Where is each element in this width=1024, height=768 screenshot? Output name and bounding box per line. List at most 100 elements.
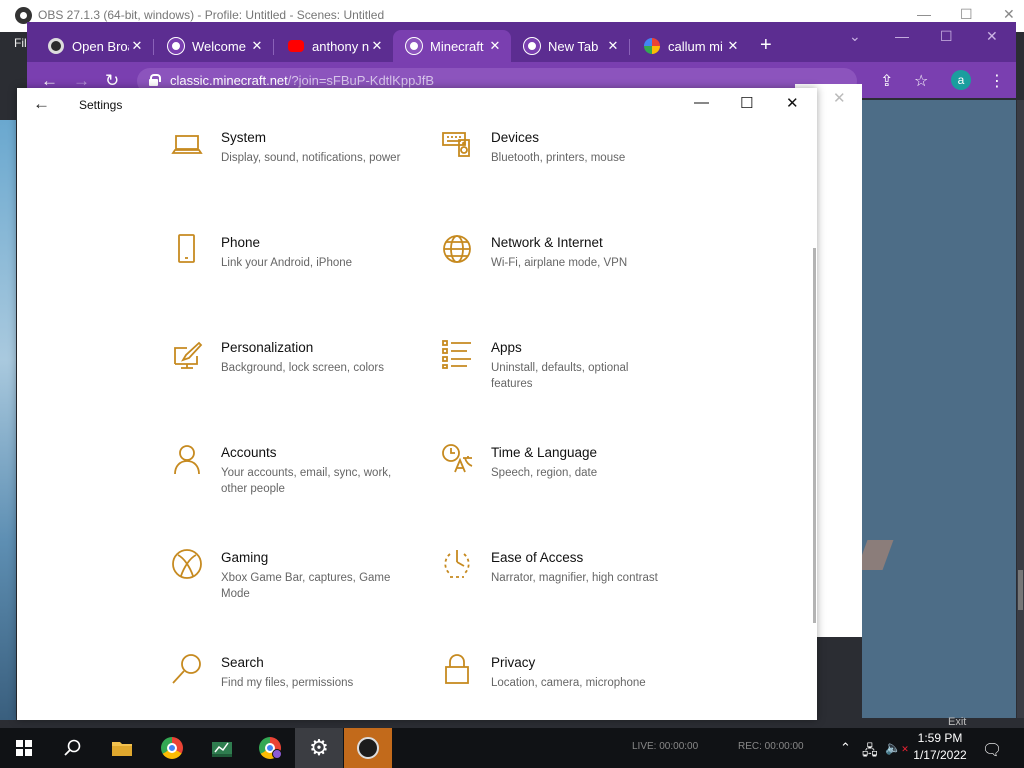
taskbar-settings[interactable]: ⚙ [295,728,343,768]
tab-google[interactable]: callum mi ✕ [631,30,749,62]
youtube-icon [288,40,304,52]
settings-item-privacy[interactable]: Privacy Location, camera, microphone [441,653,691,720]
obs-live-status: LIVE: 00:00:00 [632,741,699,752]
settings-item-personalization[interactable]: Personalization Background, lock screen,… [171,338,421,408]
settings-close-button[interactable]: ✕ [786,94,799,112]
time-language-icon [441,443,473,475]
settings-item-apps[interactable]: Apps Uninstall, defaults, optional featu… [441,338,691,408]
chrome-close-button[interactable]: ✕ [986,28,998,45]
chrome-icon [524,38,540,54]
chrome-minimize-button[interactable]: — [895,28,909,44]
bookmark-star-icon[interactable]: ☆ [914,71,928,91]
settings-minimize-button[interactable]: — [694,94,709,111]
google-icon [644,38,660,54]
item-name: Search [221,655,264,670]
back-arrow-icon[interactable]: ← [33,94,50,114]
lock-icon [149,74,161,86]
person-icon [171,443,203,475]
settings-item-ease-of-access[interactable]: Ease of Access Narrator, magnifier, high… [441,548,691,618]
settings-item-network[interactable]: Network & Internet Wi-Fi, airplane mode,… [441,233,691,303]
clock-time: 1:59 PM [917,731,963,745]
taskbar-clock[interactable]: 1:59 PM 1/17/2022 [905,730,975,764]
item-description: Speech, region, date [491,467,598,479]
gear-icon: ⚙ [309,735,329,760]
item-name: Personalization [221,340,314,355]
obs-preview-edge [0,120,16,720]
settings-item-phone[interactable]: Phone Link your Android, iPhone [171,233,421,303]
tab-close-icon[interactable]: ✕ [129,38,145,54]
obs-rec-status: REC: 00:00:00 [738,741,804,752]
tab-obs[interactable]: Open Broadcaster ✕ [35,30,153,62]
settings-window: ← Settings — ☐ ✕ System Display, sound, … [17,88,817,720]
tab-new-tab[interactable]: New Tab ✕ [511,30,629,62]
obs-minimize-button[interactable]: — [917,6,931,22]
taskbar-obs[interactable] [344,728,392,768]
settings-item-gaming[interactable]: Gaming Xbox Game Bar, captures, Game Mod… [171,548,421,618]
dialog-close-icon[interactable]: ✕ [833,89,846,107]
chrome-icon [168,38,184,54]
item-description: Wi-Fi, airplane mode, VPN [491,257,628,269]
taskbar-file-explorer[interactable] [98,728,146,768]
obs-scrollbar[interactable] [1017,100,1024,718]
obs-window-title: OBS 27.1.3 (64-bit, windows) - Profile: … [38,8,385,22]
settings-item-system[interactable]: System Display, sound, notifications, po… [171,128,421,198]
item-description: Narrator, magnifier, high contrast [491,572,658,584]
tab-close-icon[interactable]: ✕ [249,38,265,54]
windows-logo-icon [16,740,32,756]
keyboard-speaker-icon [441,128,473,160]
item-name: Time & Language [491,445,598,460]
obs-preview-scene [856,100,1016,718]
settings-item-accounts[interactable]: Accounts Your accounts, email, sync, wor… [171,443,421,513]
taskbar-search-button[interactable] [48,728,96,768]
profile-avatar[interactable]: a [951,70,971,90]
item-description: Bluetooth, printers, mouse [491,152,626,164]
taskbar-app-green[interactable] [198,728,246,768]
apps-list-icon [441,338,473,370]
tab-close-icon[interactable]: ✕ [605,38,621,54]
settings-item-devices[interactable]: Devices Bluetooth, printers, mouse [441,128,691,198]
obs-close-button[interactable]: ✕ [1003,6,1015,23]
settings-title: Settings [79,98,123,112]
taskbar-chrome-profile[interactable] [246,728,294,768]
start-button[interactable] [0,728,48,768]
obs-menu-file[interactable]: Fil [14,36,27,50]
tab-close-icon[interactable]: ✕ [725,38,741,54]
tab-strip: Open Broadcaster ✕ Welcome | ✕ anthony n… [27,22,1016,62]
item-name: Ease of Access [491,550,584,565]
tab-welcome[interactable]: Welcome | ✕ [155,30,273,62]
chrome-window: Open Broadcaster ✕ Welcome | ✕ anthony n… [27,22,1016,98]
network-icon[interactable]: 🖧 [862,740,878,764]
item-name: Network & Internet [491,235,603,250]
phone-icon [171,233,203,265]
tab-close-icon[interactable]: ✕ [487,38,503,54]
chrome-icon [406,38,422,54]
tab-search-chevron-icon[interactable]: ⌄ [849,28,861,45]
tab-youtube[interactable]: anthony n ✕ [275,30,393,62]
address-url: classic.minecraft.net/?join=sFBuP-KdtlKp… [170,73,435,88]
chrome-menu-icon[interactable]: ⋮ [989,71,1005,91]
brush-icon [171,338,203,370]
tab-title: Minecraft [430,38,484,54]
search-icon [171,653,203,685]
settings-scrollbar[interactable] [813,248,816,623]
chrome-icon [161,737,183,759]
item-name: Apps [491,340,522,355]
tab-minecraft[interactable]: Minecraft ✕ [393,30,511,62]
settings-maximize-button[interactable]: ☐ [740,94,753,112]
notification-icon[interactable]: 🗨 [982,740,1002,760]
item-name: Gaming [221,550,269,565]
obs-maximize-button[interactable]: ☐ [960,6,973,23]
new-tab-button[interactable]: + [760,34,772,57]
settings-item-time-language[interactable]: Time & Language Speech, region, date [441,443,691,513]
tab-title: Open Broadcaster [72,38,129,54]
item-description: Xbox Game Bar, captures, Game Mode [221,572,391,600]
clock-date: 1/17/2022 [913,748,967,762]
taskbar-chrome[interactable] [148,728,196,768]
tray-chevron-up-icon[interactable]: ⌃ [840,740,851,756]
obs-exit-button[interactable]: Exit [948,716,966,728]
tab-title: New Tab [548,38,599,54]
chrome-maximize-button[interactable]: ☐ [940,28,953,45]
tab-close-icon[interactable]: ✕ [369,38,385,54]
settings-item-search[interactable]: Search Find my files, permissions [171,653,421,720]
share-icon[interactable]: ⇪ [880,71,893,91]
